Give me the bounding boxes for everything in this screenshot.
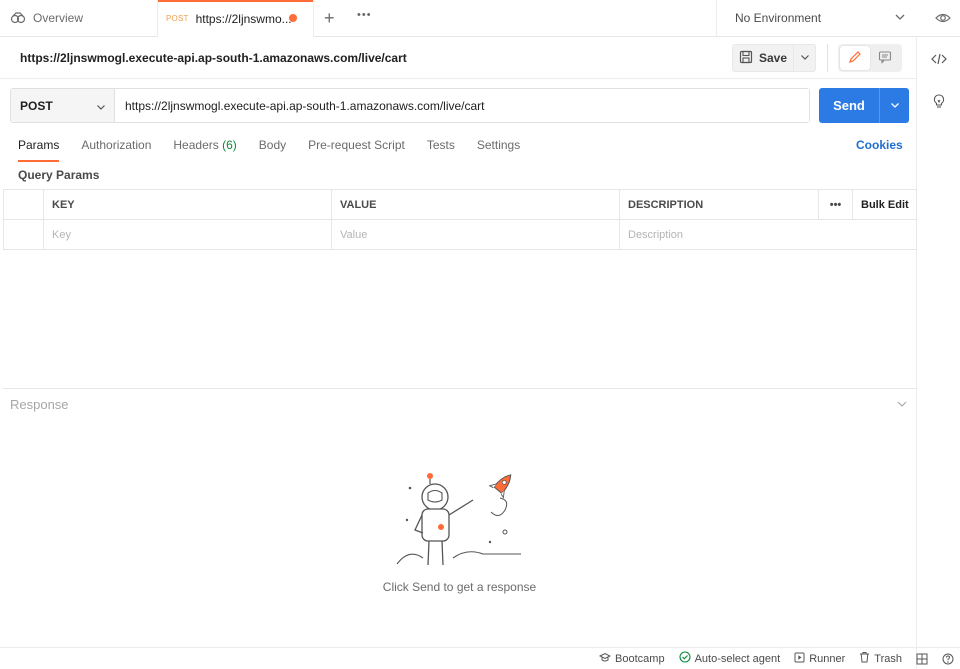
send-button[interactable]: Send bbox=[819, 88, 879, 123]
request-header: https://2ljnswmogl.execute-api.ap-south-… bbox=[0, 37, 916, 79]
astronaut-illustration bbox=[395, 470, 527, 577]
tab-tests[interactable]: Tests bbox=[427, 138, 455, 162]
code-icon[interactable] bbox=[930, 52, 948, 69]
more-icon[interactable]: ••• bbox=[818, 189, 853, 220]
tab-authorization-label: Authorization bbox=[81, 138, 152, 152]
method-value: POST bbox=[20, 98, 53, 113]
agent-button[interactable]: Auto-select agent bbox=[679, 651, 781, 666]
save-group: Save bbox=[732, 44, 816, 72]
query-params-title: Query Params bbox=[18, 168, 100, 182]
tab-pre-request-script[interactable]: Pre-request Script bbox=[308, 138, 405, 162]
chevron-down-icon[interactable] bbox=[896, 398, 908, 413]
headers-count: (6) bbox=[222, 138, 237, 152]
key-input[interactable]: Key bbox=[43, 219, 332, 250]
checkbox-column-header bbox=[3, 189, 44, 220]
save-button[interactable]: Save bbox=[732, 44, 794, 72]
graduation-cap-icon bbox=[598, 652, 612, 666]
send-options-button[interactable] bbox=[879, 88, 909, 123]
comment-icon bbox=[878, 50, 892, 67]
tab-headers-label: Headers bbox=[173, 138, 219, 152]
more-icon[interactable]: ••• bbox=[357, 9, 372, 21]
comment-mode-button[interactable] bbox=[870, 46, 900, 70]
tab-params-label: Params bbox=[18, 138, 60, 152]
eye-icon[interactable] bbox=[935, 11, 951, 28]
value-column-header: VALUE bbox=[331, 189, 620, 220]
chevron-down-icon bbox=[800, 51, 810, 65]
right-sidebar bbox=[916, 37, 960, 669]
play-icon bbox=[794, 652, 805, 666]
runner-label: Runner bbox=[809, 652, 846, 665]
help-icon[interactable] bbox=[942, 653, 954, 665]
save-options-button[interactable] bbox=[794, 44, 816, 72]
tab-settings[interactable]: Settings bbox=[477, 138, 520, 162]
agent-label: Auto-select agent bbox=[694, 652, 781, 665]
response-divider[interactable] bbox=[3, 388, 916, 389]
pencil-icon bbox=[848, 50, 862, 67]
tab-request[interactable]: POST https://2ljnswmo... bbox=[158, 0, 314, 37]
view-mode-toggle bbox=[838, 44, 902, 72]
check-circle-icon bbox=[679, 651, 691, 666]
method-select[interactable]: POST bbox=[11, 89, 115, 122]
key-column-header: KEY bbox=[43, 189, 332, 220]
trash-label: Trash bbox=[874, 652, 902, 665]
environment-select[interactable]: No Environment bbox=[716, 0, 916, 36]
send-group: Send bbox=[819, 88, 909, 123]
chevron-down-icon bbox=[96, 101, 106, 115]
row-checkbox-cell bbox=[3, 219, 44, 250]
edit-mode-button[interactable] bbox=[840, 46, 870, 70]
request-tabs: Params Authorization Headers (6) Body Pr… bbox=[18, 138, 542, 162]
unsaved-dot[interactable] bbox=[289, 14, 297, 22]
request-url-bar: POST bbox=[10, 88, 810, 123]
tab-authorization[interactable]: Authorization bbox=[81, 138, 151, 162]
bulk-edit-button[interactable]: Bulk Edit bbox=[852, 189, 917, 220]
value-input[interactable]: Value bbox=[331, 219, 620, 250]
runner-button[interactable]: Runner bbox=[794, 652, 845, 666]
url-input[interactable] bbox=[115, 89, 809, 122]
chevron-down-icon bbox=[890, 99, 900, 113]
trash-button[interactable]: Trash bbox=[859, 651, 902, 666]
bulb-icon[interactable] bbox=[931, 93, 947, 112]
empty-response-message: Click Send to get a response bbox=[382, 580, 537, 594]
environment-label: No Environment bbox=[735, 11, 822, 25]
tab-params[interactable]: Params bbox=[18, 138, 60, 162]
tab-headers[interactable]: Headers (6) bbox=[173, 138, 236, 162]
description-input[interactable]: Description bbox=[619, 219, 917, 250]
tab-pre-request-script-label: Pre-request Script bbox=[308, 138, 405, 152]
bootcamp-button[interactable]: Bootcamp bbox=[598, 652, 665, 666]
save-icon bbox=[739, 50, 753, 67]
cookies-link[interactable]: Cookies bbox=[856, 138, 903, 152]
bulk-edit-label: Bulk Edit bbox=[861, 198, 909, 211]
bootcamp-label: Bootcamp bbox=[615, 652, 665, 665]
overview-icon bbox=[10, 11, 26, 25]
response-title: Response bbox=[10, 397, 69, 412]
request-title[interactable]: https://2ljnswmogl.execute-api.ap-south-… bbox=[20, 51, 407, 65]
tab-settings-label: Settings bbox=[476, 138, 521, 152]
tab-request-title: https://2ljnswmo... bbox=[195, 11, 292, 26]
status-bar: Bootcamp Auto-select agent Runner Trash bbox=[0, 647, 960, 669]
chevron-down-icon bbox=[894, 11, 906, 26]
plus-icon[interactable]: + bbox=[324, 9, 335, 27]
params-table: KEY VALUE DESCRIPTION ••• Bulk Edit Key … bbox=[3, 189, 917, 250]
layout-icon[interactable] bbox=[916, 653, 928, 665]
divider bbox=[827, 44, 828, 72]
table-header-row: KEY VALUE DESCRIPTION ••• Bulk Edit bbox=[3, 189, 917, 220]
tab-body-label: Body bbox=[258, 138, 287, 152]
tab-request-method: POST bbox=[166, 14, 189, 23]
save-label: Save bbox=[758, 51, 788, 65]
trash-icon bbox=[859, 651, 870, 666]
tab-overview[interactable]: Overview bbox=[0, 0, 158, 36]
description-column-header: DESCRIPTION bbox=[619, 189, 819, 220]
tab-tests-label: Tests bbox=[426, 138, 455, 152]
tab-bar: Overview POST https://2ljnswmo... + ••• … bbox=[0, 0, 960, 37]
table-row: Key Value Description bbox=[3, 219, 917, 250]
tab-overview-label: Overview bbox=[33, 11, 84, 25]
tab-body[interactable]: Body bbox=[259, 138, 286, 162]
